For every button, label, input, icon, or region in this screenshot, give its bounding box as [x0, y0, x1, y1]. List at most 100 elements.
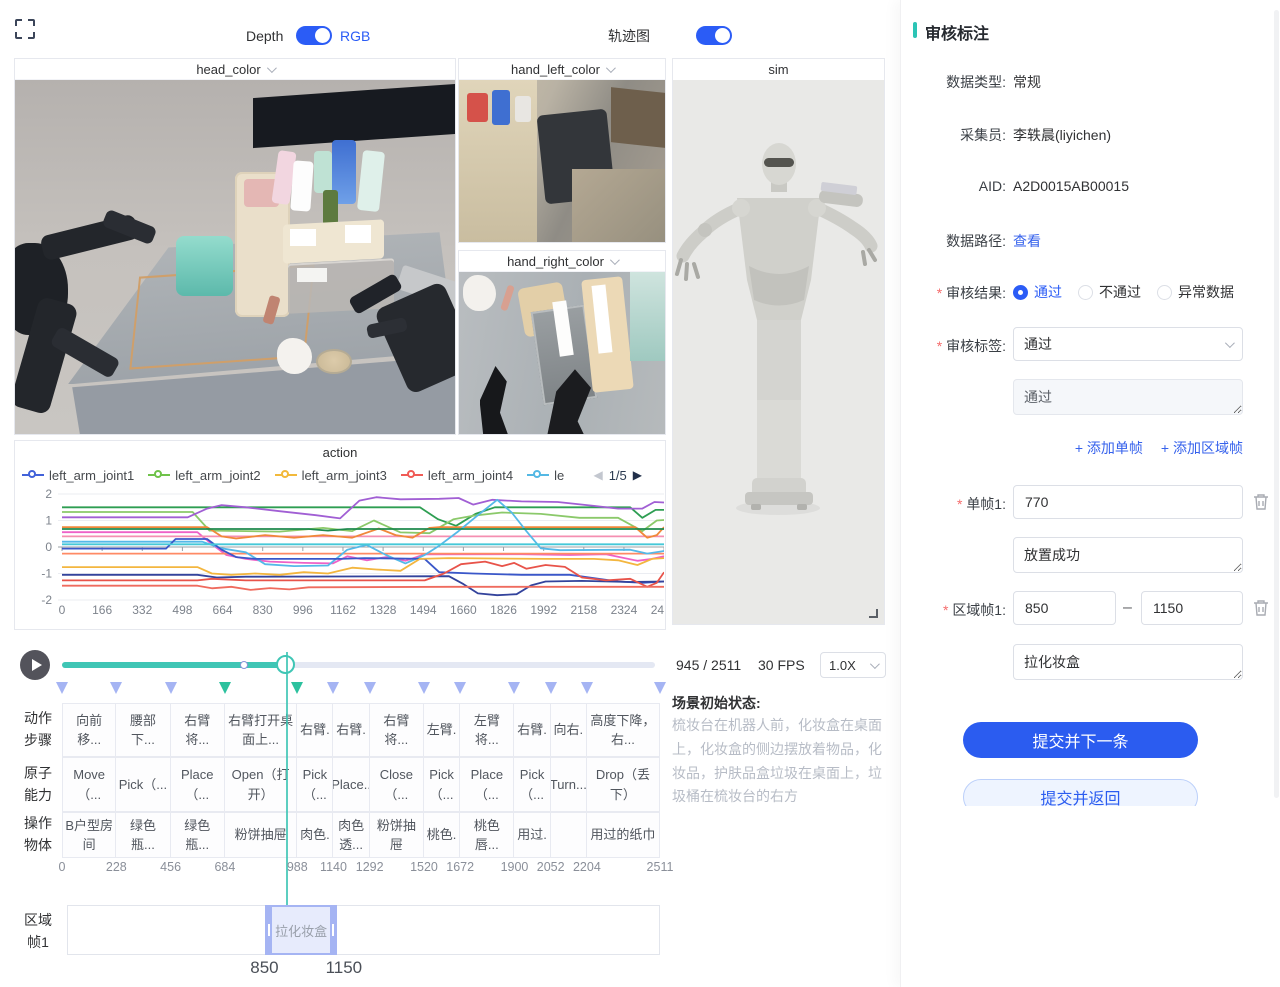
- review-panel-title: 审核标注: [925, 20, 989, 44]
- timeline-marker[interactable]: [56, 682, 68, 700]
- speed-select[interactable]: 1.0X: [820, 652, 886, 678]
- timeline-marker[interactable]: [165, 682, 177, 700]
- single-frame-note[interactable]: 放置成功: [1013, 537, 1243, 573]
- panel-scrollbar[interactable]: [1274, 10, 1279, 798]
- radio-icon: [1157, 285, 1172, 300]
- step-cell[interactable]: 绿色瓶...: [171, 812, 225, 858]
- step-cell[interactable]: B户型房间: [62, 812, 116, 858]
- step-cell[interactable]: Pick（...: [297, 757, 333, 812]
- step-cell[interactable]: 用过的纸巾: [587, 812, 660, 858]
- step-cell[interactable]: 右臂.: [514, 703, 550, 757]
- timeline-marker[interactable]: [110, 682, 122, 700]
- timeline-marker[interactable]: [364, 682, 376, 700]
- hand-left-camera-title: hand_left_color: [511, 62, 600, 77]
- cosmetic-tube-white: [290, 161, 313, 212]
- step-cell[interactable]: 左臂将...: [460, 703, 514, 757]
- region-right-handle[interactable]: [330, 907, 337, 953]
- single-frame-input[interactable]: [1013, 485, 1243, 519]
- data-type-label: 数据类型:: [906, 72, 1006, 92]
- timeline-marker[interactable]: [581, 682, 593, 700]
- timeline-marker[interactable]: [654, 682, 666, 700]
- step-cell[interactable]: Move（...: [62, 757, 116, 812]
- tray-label: [290, 229, 316, 247]
- step-cell[interactable]: 桃色唇...: [460, 812, 514, 858]
- review-tag-value: 通过: [1024, 334, 1052, 354]
- region-end-input[interactable]: [1141, 591, 1243, 625]
- playback-slider[interactable]: [62, 662, 655, 668]
- timeline-marker[interactable]: [291, 682, 303, 700]
- step-cell[interactable]: 左臂.: [424, 703, 460, 757]
- add-region-frame-link[interactable]: + 添加区域帧: [1161, 438, 1243, 458]
- step-cell[interactable]: 肉色透...: [333, 812, 369, 858]
- step-cell[interactable]: Place（...: [171, 757, 225, 812]
- scene-title: 场景初始状态:: [672, 693, 761, 713]
- fullscreen-icon[interactable]: [14, 18, 36, 40]
- svg-text:996: 996: [293, 603, 313, 617]
- play-button[interactable]: [20, 650, 50, 680]
- step-cell[interactable]: Close（...: [370, 757, 424, 812]
- timeline-marker[interactable]: [418, 682, 430, 700]
- frame-axis-label: 684: [214, 860, 235, 874]
- timeline-marker[interactable]: [454, 682, 466, 700]
- step-cell[interactable]: Pick（...: [424, 757, 460, 812]
- hand-left-camera-image: [459, 80, 665, 242]
- step-cell[interactable]: 绿色瓶...: [116, 812, 170, 858]
- step-cell[interactable]: [551, 812, 587, 858]
- white-bottle: [515, 96, 531, 122]
- submit-next-button[interactable]: 提交并下一条: [963, 722, 1198, 758]
- step-cell[interactable]: 腰部下...: [116, 703, 170, 757]
- review-result-option[interactable]: 异常数据: [1157, 282, 1234, 302]
- hand-right-camera-selector[interactable]: hand_right_color: [459, 251, 665, 272]
- step-cell[interactable]: 向前移...: [62, 703, 116, 757]
- add-single-frame-link[interactable]: + 添加单帧: [1075, 438, 1143, 458]
- step-cell[interactable]: 桃色.: [424, 812, 460, 858]
- step-cell[interactable]: 向右.: [551, 703, 587, 757]
- delete-region-frame-icon[interactable]: [1253, 599, 1269, 617]
- svg-text:1: 1: [45, 514, 52, 528]
- step-cell[interactable]: Drop（丢下）: [587, 757, 660, 812]
- hand-left-camera-panel: hand_left_color: [458, 58, 666, 243]
- data-path-link[interactable]: 查看: [1013, 231, 1041, 251]
- frame-axis-label: 2204: [573, 860, 601, 874]
- review-result-option[interactable]: 不通过: [1078, 282, 1141, 302]
- svg-text:1992: 1992: [530, 603, 557, 617]
- depth-rgb-toggle[interactable]: [296, 26, 332, 45]
- step-cell[interactable]: Place（...: [460, 757, 514, 812]
- region-track: 拉化妆盒: [67, 905, 660, 955]
- depth-label: Depth: [246, 26, 283, 46]
- region-frame-block[interactable]: 拉化妆盒: [265, 905, 336, 955]
- action-chart-svg: 210-1-2016633249866483099611621328149416…: [16, 462, 664, 628]
- step-cell[interactable]: Pick（...: [116, 757, 170, 812]
- delete-single-frame-icon[interactable]: [1253, 493, 1269, 511]
- resize-handle-icon[interactable]: [869, 609, 878, 618]
- step-cell[interactable]: 用过.: [514, 812, 550, 858]
- hand-left-camera-selector[interactable]: hand_left_color: [459, 59, 665, 80]
- step-cell[interactable]: 右臂.: [297, 703, 333, 757]
- cosmetic-tube-green: [357, 150, 385, 212]
- review-tag-select[interactable]: 通过: [1013, 327, 1243, 361]
- trajectory-toggle[interactable]: [696, 26, 732, 45]
- step-cell[interactable]: 肉色.: [297, 812, 333, 858]
- region-frame-note[interactable]: 拉化妆盒: [1013, 644, 1243, 680]
- review-tag-note[interactable]: 通过: [1013, 379, 1243, 415]
- timeline-marker[interactable]: [219, 682, 231, 700]
- step-cell[interactable]: 右臂将...: [370, 703, 424, 757]
- region-left-handle[interactable]: [265, 907, 272, 953]
- head-camera-selector[interactable]: head_color: [15, 59, 455, 80]
- step-cell[interactable]: Turn...: [551, 757, 587, 812]
- region-start-input[interactable]: [1013, 591, 1116, 625]
- step-cell[interactable]: Place..: [333, 757, 369, 812]
- toggle-knob: [715, 28, 730, 43]
- step-cell[interactable]: 右臂将...: [171, 703, 225, 757]
- submit-return-button[interactable]: 提交并返回: [963, 779, 1198, 806]
- timeline-marker[interactable]: [508, 682, 520, 700]
- single-frame-dot[interactable]: [240, 661, 248, 669]
- timeline-marker[interactable]: [545, 682, 557, 700]
- radio-icon: [1013, 285, 1028, 300]
- step-cell[interactable]: 粉饼抽屉: [370, 812, 424, 858]
- review-result-option[interactable]: 通过: [1013, 282, 1062, 302]
- step-cell[interactable]: 高度下降，右...: [587, 703, 660, 757]
- step-cell[interactable]: Pick（...: [514, 757, 550, 812]
- step-cell[interactable]: 右臂.: [333, 703, 369, 757]
- timeline-marker[interactable]: [327, 682, 339, 700]
